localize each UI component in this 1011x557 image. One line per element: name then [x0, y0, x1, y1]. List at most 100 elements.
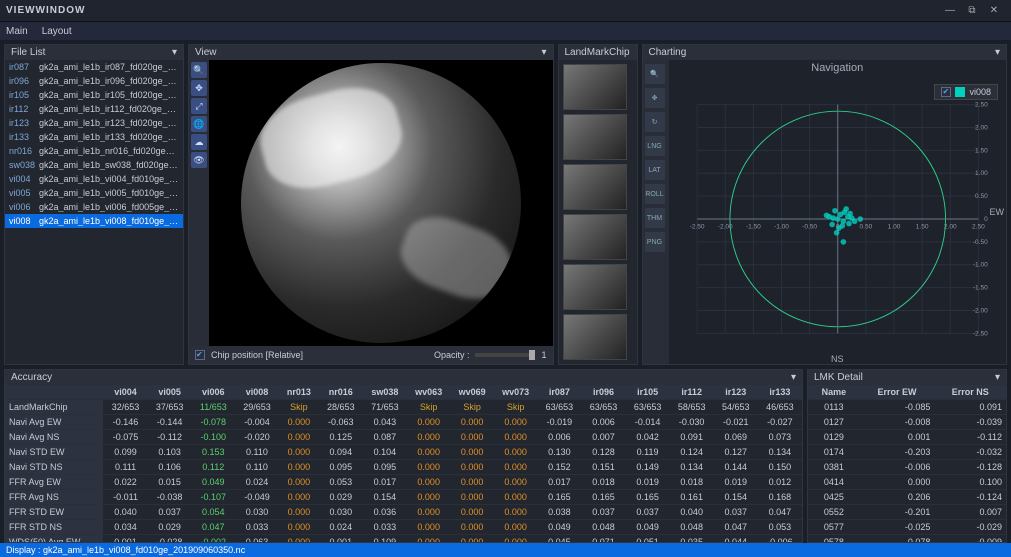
menu-layout[interactable]: Layout — [42, 26, 72, 37]
col-header: sw038 — [363, 385, 407, 400]
svg-text:-2.00: -2.00 — [717, 223, 732, 230]
cell: -0.019 — [537, 415, 581, 430]
file-row[interactable]: ir133gk2a_ami_le1b_ir133_fd020ge_2019090… — [5, 130, 183, 144]
dropdown-icon[interactable]: ▾ — [995, 372, 1000, 383]
table-row[interactable]: 0127-0.008-0.039 — [808, 415, 1006, 430]
chip-pos-checkbox[interactable] — [195, 350, 205, 360]
dropdown-icon[interactable]: ▾ — [172, 47, 177, 58]
legend-checkbox[interactable] — [941, 87, 951, 97]
chip-thumb[interactable] — [563, 64, 627, 110]
cell: 0.015 — [148, 475, 192, 490]
table-row: FFR STD NS0.0340.0290.0470.0330.0000.024… — [5, 520, 802, 535]
table-row[interactable]: 0577-0.025-0.029 — [808, 520, 1006, 535]
chip-thumb[interactable] — [563, 264, 627, 310]
cell: 0.033 — [235, 520, 279, 535]
file-row[interactable]: ir112gk2a_ami_le1b_ir112_fd020ge_2019090… — [5, 102, 183, 116]
table-row[interactable]: 04250.206-0.124 — [808, 490, 1006, 505]
cell: 0.095 — [363, 460, 407, 475]
cell: 0.103 — [148, 445, 192, 460]
cell: 0.150 — [758, 460, 802, 475]
cell: 0.000 — [450, 535, 493, 543]
table-row[interactable]: 0113-0.0850.091 — [808, 400, 1006, 415]
cell: 0.001 — [319, 535, 363, 543]
table-row[interactable]: 0381-0.006-0.128 — [808, 460, 1006, 475]
close-icon[interactable]: ✕ — [983, 5, 1005, 16]
chart-tool-3[interactable]: LNG — [645, 136, 665, 156]
chip-thumb[interactable] — [563, 164, 627, 210]
cell: 0.018 — [581, 475, 625, 490]
row-header: FFR STD EW — [5, 505, 103, 520]
cell: 0.091 — [670, 430, 714, 445]
chip-thumb[interactable] — [563, 114, 627, 160]
file-row[interactable]: ir096gk2a_ami_le1b_ir096_fd020ge_2019090… — [5, 74, 183, 88]
accuracy-table-scroll[interactable]: vi004vi005vi006vi008nr013nr016sw038wv063… — [5, 385, 802, 542]
file-row[interactable]: vi004gk2a_ami_le1b_vi004_fd010ge_2019090… — [5, 172, 183, 186]
fit-icon[interactable]: ⤢ — [191, 98, 207, 114]
dropdown-icon[interactable]: ▾ — [541, 47, 546, 58]
chip-thumb[interactable] — [563, 214, 627, 260]
table-row[interactable]: 0552-0.2010.007 — [808, 505, 1006, 520]
table-row[interactable]: 0174-0.203-0.032 — [808, 445, 1006, 460]
cell: 0.000 — [494, 505, 537, 520]
accuracy-title: Accuracy — [11, 372, 52, 383]
chart-tool-7[interactable]: PNG — [645, 232, 665, 252]
chart-area[interactable]: Navigation -2.50-2.00-1.50-1.00-0.5000.5… — [669, 60, 1007, 364]
col-header: vi005 — [148, 385, 192, 400]
svg-text:2.00: 2.00 — [943, 223, 956, 230]
cell: 37/653 — [148, 400, 192, 415]
globe-icon[interactable]: 🌐 — [191, 116, 207, 132]
file-row[interactable]: ir123gk2a_ami_le1b_ir123_fd020ge_2019090… — [5, 116, 183, 130]
chip-thumb[interactable] — [563, 314, 627, 360]
file-row[interactable]: nr016gk2a_ami_le1b_nr016_fd020ge_2019090… — [5, 144, 183, 158]
chip-thumbnails[interactable] — [559, 60, 637, 364]
row-header: Navi Avg NS — [5, 430, 103, 445]
file-list[interactable]: ir087gk2a_ami_le1b_ir087_fd020ge_2019090… — [5, 60, 183, 364]
restore-icon[interactable]: ⧉ — [961, 5, 983, 16]
table-row[interactable]: 05780.078-0.009 — [808, 535, 1006, 543]
svg-text:1.50: 1.50 — [975, 147, 988, 154]
move-icon[interactable]: ✥ — [191, 80, 207, 96]
minimize-icon[interactable]: — — [939, 5, 961, 16]
cell: 0.000 — [407, 475, 450, 490]
svg-text:-2.50: -2.50 — [972, 330, 987, 337]
chart-legend[interactable]: vi008 — [934, 84, 998, 100]
chart-tool-4[interactable]: LAT — [645, 160, 665, 180]
chart-tool-5[interactable]: ROLL — [645, 184, 665, 204]
cloud-icon[interactable]: ☁ — [191, 134, 207, 150]
col-header: wv063 — [407, 385, 450, 400]
cell: 0.000 — [494, 460, 537, 475]
table-row[interactable]: 04140.0000.100 — [808, 475, 1006, 490]
file-row[interactable]: ir087gk2a_ami_le1b_ir087_fd020ge_2019090… — [5, 60, 183, 74]
lmk-table-scroll[interactable]: NameError EWError NS0113-0.0850.0910127-… — [808, 385, 1006, 542]
chart-tool-2[interactable]: ↻ — [645, 112, 665, 132]
file-row[interactable]: vi008gk2a_ami_le1b_vi008_fd010ge_2019090… — [5, 214, 183, 228]
earth-view[interactable] — [209, 60, 553, 346]
cell: 0.037 — [714, 505, 758, 520]
file-row[interactable]: vi005gk2a_ami_le1b_vi005_fd010ge_2019090… — [5, 186, 183, 200]
table-row[interactable]: 01290.001-0.112 — [808, 430, 1006, 445]
menu-main[interactable]: Main — [6, 26, 28, 37]
lmk-detail-panel: LMK Detail ▾ NameError EWError NS0113-0.… — [807, 369, 1007, 543]
svg-text:1.50: 1.50 — [915, 223, 928, 230]
file-row[interactable]: sw038gk2a_ami_le1b_sw038_fd020ge_2019090… — [5, 158, 183, 172]
file-row[interactable]: ir105gk2a_ami_le1b_ir105_fd020ge_2019090… — [5, 88, 183, 102]
cell: 63/653 — [537, 400, 581, 415]
eye-icon[interactable]: 👁 — [191, 152, 207, 168]
file-row[interactable]: vi006gk2a_ami_le1b_vi006_fd005ge_2019090… — [5, 200, 183, 214]
cell: 0.000 — [450, 460, 493, 475]
chip-pos-label: Chip position [Relative] — [211, 350, 303, 360]
chart-title: Navigation — [669, 60, 1007, 76]
chart-tool-1[interactable]: ✥ — [645, 88, 665, 108]
svg-text:-1.50: -1.50 — [745, 223, 760, 230]
cell: 0.134 — [670, 460, 714, 475]
dropdown-icon[interactable]: ▾ — [995, 47, 1000, 58]
legend-label: vi008 — [969, 87, 991, 97]
cell: 0.094 — [319, 445, 363, 460]
cell: -0.075 — [103, 430, 147, 445]
cell: 0.161 — [670, 490, 714, 505]
chart-tool-6[interactable]: THM — [645, 208, 665, 228]
opacity-slider[interactable] — [475, 353, 535, 357]
chart-tool-0[interactable]: 🔍 — [645, 64, 665, 84]
zoom-icon[interactable]: 🔍 — [191, 62, 207, 78]
dropdown-icon[interactable]: ▾ — [791, 372, 796, 383]
